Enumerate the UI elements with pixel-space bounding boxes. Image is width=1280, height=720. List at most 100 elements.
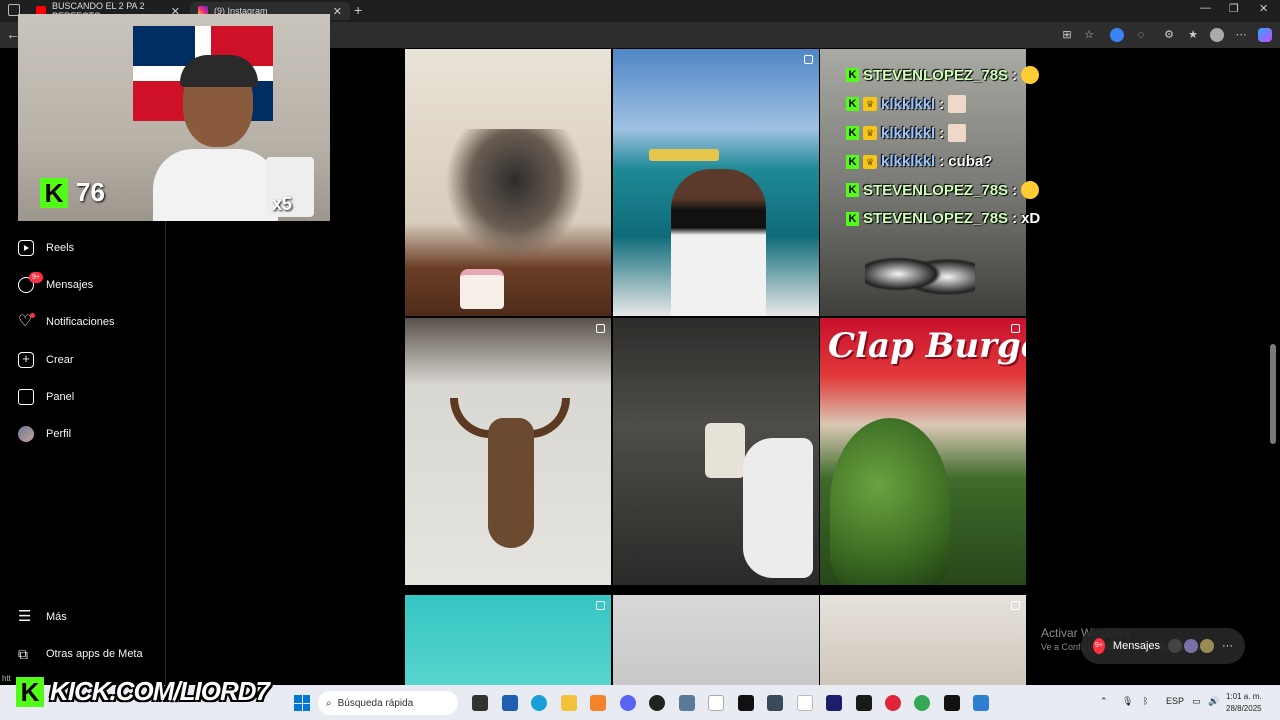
- post-thumbnail[interactable]: Clap Burge: [820, 318, 1026, 585]
- kick-badge-icon: K: [846, 97, 859, 111]
- post-thumbnail[interactable]: [405, 595, 611, 685]
- sidebar-item-label: Perfil: [46, 428, 72, 440]
- tiktok-icon[interactable]: [944, 695, 960, 711]
- post-thumbnail[interactable]: [613, 49, 819, 316]
- sidebar-item-create[interactable]: + Crear: [18, 352, 74, 368]
- scrollbar-thumb[interactable]: [1270, 344, 1276, 444]
- store-icon[interactable]: [502, 695, 518, 711]
- app-icon[interactable]: [679, 695, 695, 711]
- sidebar-item-messages[interactable]: 9+ Mensajes: [18, 272, 93, 293]
- kick-app-icon[interactable]: [856, 695, 872, 711]
- crown-badge-icon: ♛: [863, 126, 877, 140]
- profile-avatar-icon[interactable]: [1210, 28, 1224, 42]
- photos-icon[interactable]: [973, 695, 989, 711]
- panel-icon: [18, 389, 34, 405]
- sidebar-item-panel[interactable]: Panel: [18, 389, 74, 405]
- sidebar-item-label: Otras apps de Meta: [46, 648, 143, 660]
- plus-icon: +: [18, 352, 34, 368]
- sidebar-item-label: Más: [46, 611, 67, 623]
- more-menu-icon[interactable]: ⋯: [1234, 28, 1248, 42]
- task-view-icon[interactable]: [472, 695, 488, 711]
- favorite-star-icon[interactable]: ☆: [1082, 28, 1096, 42]
- streamer: [148, 55, 278, 221]
- file-explorer-icon[interactable]: [561, 695, 577, 711]
- notepad-icon[interactable]: [797, 695, 813, 711]
- app-icon[interactable]: [708, 695, 724, 711]
- sidebar-item-label: Reels: [46, 242, 75, 254]
- favorites-icon[interactable]: ★: [1186, 28, 1200, 42]
- post-image: [450, 388, 570, 558]
- language-indicator[interactable]: ESP: [1166, 696, 1184, 706]
- sidebar-item-profile[interactable]: Perfil: [18, 426, 71, 442]
- menu-icon: ☰: [18, 608, 32, 625]
- notification-dot: [30, 313, 35, 318]
- kick-channel-banner: K KICK.COM/LIORD7: [16, 676, 270, 707]
- obs-icon[interactable]: [649, 695, 665, 711]
- extension-puzzle-icon[interactable]: ◌: [1134, 28, 1148, 42]
- sidebar-item-reels[interactable]: Reels: [18, 240, 74, 256]
- copilot-icon[interactable]: [1258, 28, 1272, 42]
- microphone-icon[interactable]: 🎙: [1122, 696, 1133, 707]
- post-image: [705, 423, 745, 478]
- chrome-icon[interactable]: [914, 695, 930, 711]
- chat-separator: :: [939, 95, 945, 113]
- sidebar-item-notifications[interactable]: ♡ Notificaciones: [18, 313, 115, 330]
- post-image: [445, 129, 585, 259]
- post-image: [460, 269, 504, 309]
- carousel-icon: [804, 55, 813, 64]
- restore-button[interactable]: ❐: [1229, 2, 1239, 15]
- recent-avatars: [1168, 639, 1214, 653]
- post-thumbnail[interactable]: [820, 595, 1026, 685]
- app-icon[interactable]: [590, 695, 606, 711]
- store-sign: Clap Burge: [828, 326, 1026, 366]
- sidebar-item-more[interactable]: ☰ Más: [18, 609, 67, 625]
- epic-games-icon[interactable]: [738, 695, 754, 711]
- discord-icon[interactable]: [620, 695, 636, 711]
- post-thumbnail[interactable]: [405, 318, 611, 585]
- kick-channel-url: KICK.COM/LIORD7: [50, 676, 270, 706]
- split-screen-icon[interactable]: ⊞: [1060, 28, 1074, 42]
- chat-username: klkklkkl: [881, 124, 936, 142]
- edge-icon[interactable]: [531, 695, 547, 711]
- post-image: [830, 418, 950, 585]
- kick-logo-icon: K: [40, 177, 68, 208]
- sidebar-item-meta-apps[interactable]: ⧉ Otras apps de Meta: [18, 646, 143, 662]
- more-options-icon[interactable]: ···: [1222, 640, 1233, 652]
- new-tab-button[interactable]: +: [354, 2, 362, 18]
- page-scrollbar[interactable]: [1270, 48, 1276, 685]
- extensions-icon[interactable]: ⚙: [1162, 28, 1176, 42]
- premiere-icon[interactable]: [826, 695, 842, 711]
- viewer-counter: K 76: [40, 177, 105, 208]
- bluetooth-icon[interactable]: ᛒ: [1143, 696, 1148, 706]
- chat-separator: :: [1012, 210, 1018, 227]
- messages-badge: 9+: [1093, 638, 1105, 654]
- kick-badge-icon: K: [846, 126, 859, 140]
- volume-icon[interactable]: 🔊: [1208, 696, 1219, 707]
- reels-icon: [18, 240, 34, 256]
- kick-logo-icon: K: [16, 676, 44, 707]
- kick-badge-icon: K: [846, 68, 859, 82]
- carousel-icon: [596, 601, 605, 610]
- capcut-icon[interactable]: [767, 695, 783, 711]
- taskbar-search[interactable]: ⌕ Búsqueda rápida: [318, 691, 458, 715]
- chat-username: klkklkkl: [881, 95, 936, 113]
- extension-icon[interactable]: [1110, 28, 1124, 42]
- minimize-button[interactable]: —: [1200, 2, 1211, 14]
- post-image: [671, 169, 766, 316]
- close-window-button[interactable]: ✕: [1259, 2, 1268, 15]
- streamer-webcam: K 76 x5: [18, 14, 330, 221]
- post-thumbnail[interactable]: [613, 318, 819, 585]
- messages-popup-button[interactable]: 9+ Mensajes ···: [1081, 628, 1245, 664]
- windows-start-icon[interactable]: [294, 695, 310, 711]
- tray-chevron-icon[interactable]: ⌃: [1100, 696, 1108, 707]
- media-player-icon[interactable]: [885, 695, 901, 711]
- sidebar-item-label: Notificaciones: [46, 316, 115, 328]
- post-thumbnail[interactable]: [613, 595, 819, 685]
- laugh-emoji-icon: [1021, 66, 1040, 84]
- taskbar-clock[interactable]: 1:01 a. m. 28/8/2025: [1226, 691, 1262, 715]
- messenger-icon: 9+: [18, 272, 43, 293]
- post-thumbnail[interactable]: [405, 49, 611, 316]
- tab-close-icon[interactable]: ✕: [333, 5, 342, 18]
- status-url: htt: [2, 674, 11, 683]
- network-icon[interactable]: ▭: [1192, 696, 1201, 707]
